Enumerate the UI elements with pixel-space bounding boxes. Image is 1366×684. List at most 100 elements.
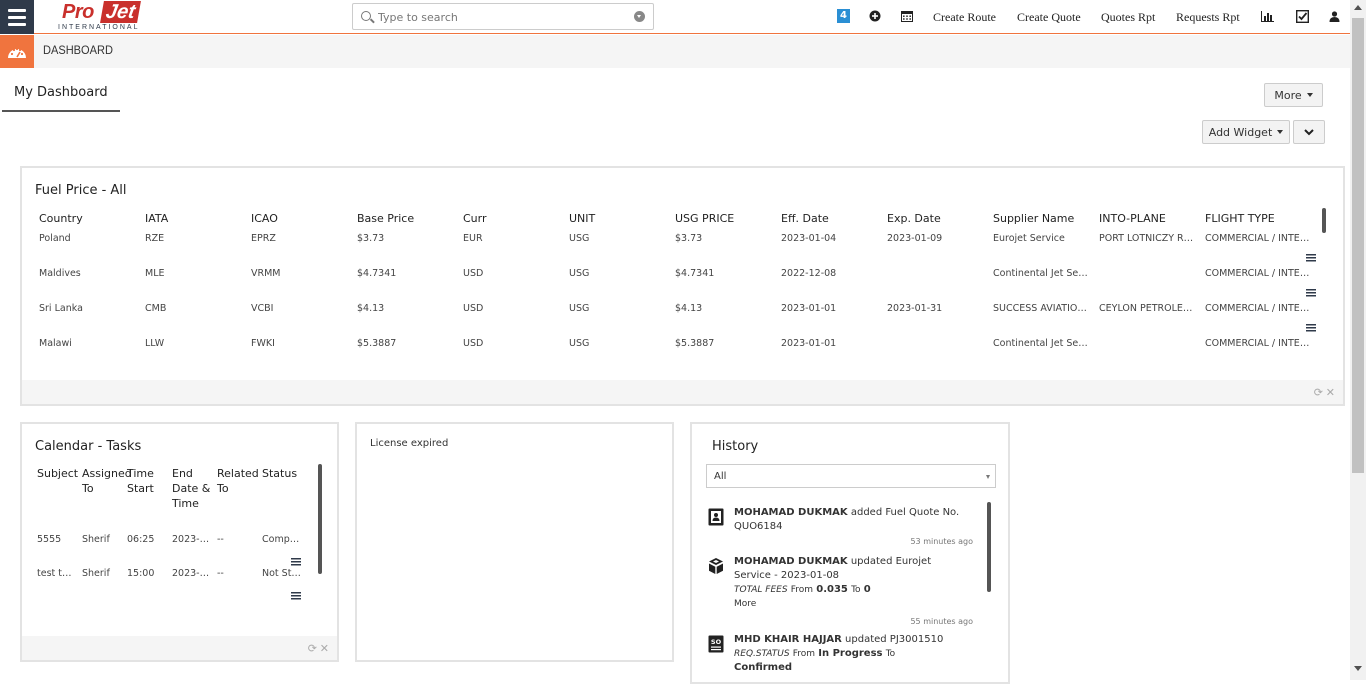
search-icon [361, 11, 371, 21]
row-details-icon[interactable] [291, 558, 301, 566]
row-details-icon[interactable] [291, 592, 301, 600]
projet-logo[interactable]: Pro Jet INTERNATIONAL [58, 0, 150, 34]
history-ref-link[interactable]: Service - 2023-01-08 [734, 570, 839, 581]
more-button[interactable]: More [1264, 83, 1323, 107]
column-header[interactable]: UNIT [564, 208, 670, 229]
column-header[interactable]: Supplier Name [988, 208, 1094, 229]
requests-rpt-link[interactable]: Requests Rpt [1176, 0, 1240, 34]
fuel-table-scrollbar[interactable] [1322, 208, 1326, 233]
history-ref-link[interactable]: QUO6184 [734, 521, 783, 532]
column-header[interactable]: Time Start [124, 466, 169, 534]
calendar-widget-footer: ⟳ ✕ [22, 636, 337, 660]
svg-text:SO: SO [711, 638, 722, 646]
close-icon[interactable]: ✕ [320, 642, 329, 655]
table-row[interactable]: Malawi LLW FWKI $5.3887 USD USG $5.3887 2023-01… [34, 334, 1316, 348]
table-cell: 06:25 [127, 534, 155, 545]
scroll-up-arrow[interactable] [1354, 5, 1362, 10]
tab-my-dashboard[interactable]: My Dashboard [2, 80, 120, 112]
table-row[interactable]: 5555 Sherif 06:25 2023-01-09-- Completed [34, 534, 304, 568]
fuel-widget-footer: ⟳ ✕ [22, 380, 1343, 404]
row-details-icon[interactable] [1306, 324, 1316, 332]
table-cell: Poland [39, 233, 71, 244]
table-row[interactable]: test taskSherif 15:00 2023-01-09-- Not Star… [34, 568, 304, 602]
table-cell: USG [569, 233, 590, 244]
quotes-rpt-link[interactable]: Quotes Rpt [1101, 0, 1155, 34]
scroll-down-arrow[interactable] [1354, 666, 1362, 671]
history-filter-select[interactable]: All [706, 464, 996, 488]
row-details-icon[interactable] [1306, 254, 1316, 262]
search-dropdown-icon[interactable] [634, 11, 645, 22]
column-header[interactable]: Country [34, 208, 140, 229]
table-cell: COMMERCIAL / INTERNATIONAL [1200, 299, 1316, 334]
history-user[interactable]: MHD KHAIR HAJJAR [734, 634, 842, 645]
column-header[interactable]: FLIGHT TYPE [1200, 208, 1316, 229]
table-cell: -- [217, 568, 224, 579]
history-scrollbar[interactable] [987, 502, 991, 592]
column-header[interactable]: Eff. Date [776, 208, 882, 229]
table-cell: Maldives [39, 268, 81, 279]
add-icon[interactable] [868, 9, 882, 23]
license-widget: License expired [355, 422, 674, 662]
table-cell: USG [569, 303, 590, 314]
column-header[interactable]: IATA [140, 208, 246, 229]
table-cell: VRMM [251, 268, 281, 279]
add-widget-button[interactable]: Add Widget [1202, 120, 1290, 144]
row-details-icon[interactable] [1306, 289, 1316, 297]
scroll-thumb[interactable] [1352, 18, 1364, 473]
column-header[interactable]: Assigned To [79, 466, 132, 534]
table-cell: 2023-01-01 [781, 303, 837, 314]
table-cell: 2023-01-31 [887, 303, 943, 314]
table-row[interactable]: Poland RZE EPRZ $3.73 EUR USG $3.73 2023-01-04 2… [34, 229, 1316, 264]
table-cell: $4.13 [675, 303, 703, 314]
column-header[interactable]: Base Price [352, 208, 458, 229]
calendar-table-scrollbar[interactable] [318, 464, 322, 574]
dashboard-gauge-icon [0, 35, 34, 68]
history-user[interactable]: MOHAMAD DUKMAK [734, 556, 848, 567]
column-header[interactable]: USG PRICE [670, 208, 776, 229]
table-cell: $3.73 [675, 233, 703, 244]
column-header[interactable]: Subject [34, 466, 79, 534]
history-timestamp: 53 minutes ago [910, 537, 973, 546]
history-more-link[interactable]: More [734, 599, 756, 609]
table-row[interactable]: Sri Lanka CMB VCBI $4.13 USD USG $4.13 2023-01-… [34, 299, 1316, 334]
search-input[interactable] [378, 8, 628, 26]
table-row[interactable]: Maldives MLE VRMM $4.7341 USD USG $4.7341 2022-… [34, 264, 1316, 299]
history-user[interactable]: MOHAMAD DUKMAK [734, 507, 848, 518]
table-cell: 5555 [37, 534, 62, 545]
close-icon[interactable]: ✕ [1326, 386, 1335, 399]
table-header-row: Subject Assigned To Time Start End Date & T… [34, 466, 304, 534]
collapse-toggle-button[interactable] [1293, 120, 1325, 144]
column-header[interactable]: Related To [214, 466, 259, 534]
quote-document-icon [708, 508, 724, 526]
refresh-icon[interactable]: ⟳ [308, 642, 317, 655]
fuel-table-viewport: Country IATA ICAO Base Price Curr UNIT USG PRI… [22, 168, 1322, 348]
calendar-tasks-widget: Calendar - Tasks Subject Assigned To Time … [20, 422, 339, 662]
column-header[interactable]: ICAO [246, 208, 352, 229]
refresh-icon[interactable]: ⟳ [1314, 386, 1323, 399]
notification-badge[interactable]: 4 [837, 9, 850, 23]
bar-chart-icon[interactable] [1260, 9, 1274, 23]
column-header[interactable]: INTO-PLANE [1094, 208, 1200, 229]
table-cell: 2023-01-09 [172, 568, 214, 579]
column-header[interactable]: End Date & Time [169, 466, 214, 534]
table-cell: Sherif [82, 568, 110, 579]
tasks-check-icon[interactable] [1295, 9, 1309, 23]
menu-toggle-button[interactable] [0, 0, 34, 34]
user-icon[interactable] [1327, 9, 1341, 23]
table-cell: Eurojet Service [993, 233, 1065, 244]
calendar-tasks-table: Subject Assigned To Time Start End Date & T… [34, 466, 304, 602]
column-header[interactable]: Status [259, 466, 304, 534]
table-cell: SUCCESS AVIATION SERVICES [993, 303, 1094, 314]
table-cell: EUR [463, 233, 483, 244]
table-cell: RZE [145, 233, 165, 244]
create-route-link[interactable]: Create Route [933, 0, 996, 34]
table-cell [882, 264, 988, 299]
page-scrollbar[interactable] [1350, 0, 1366, 680]
column-header[interactable]: Curr [458, 208, 564, 229]
table-cell: LLW [145, 338, 165, 348]
calendar-icon[interactable] [900, 9, 914, 23]
create-quote-link[interactable]: Create Quote [1017, 0, 1081, 34]
column-header[interactable]: Exp. Date [882, 208, 988, 229]
table-cell: -- [217, 534, 224, 545]
table-cell: USG [569, 338, 590, 348]
